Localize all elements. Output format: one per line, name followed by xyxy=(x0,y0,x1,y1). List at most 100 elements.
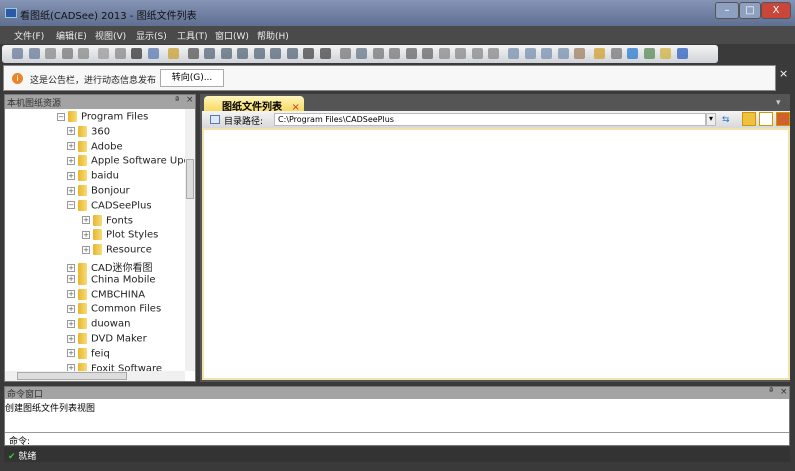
export-icon[interactable] xyxy=(776,112,790,126)
toolbar-button-icon[interactable] xyxy=(61,48,73,59)
toolbar-button-icon[interactable] xyxy=(594,48,605,59)
toolbar-button-icon[interactable] xyxy=(574,48,585,59)
tree-item[interactable]: + Plot Styles xyxy=(82,229,158,244)
expand-toggle-icon[interactable]: + xyxy=(67,334,75,343)
toolbar-button-icon[interactable] xyxy=(488,48,499,59)
toolbar-button-icon[interactable] xyxy=(627,48,638,59)
toolbar-button-icon[interactable] xyxy=(372,48,384,59)
tree-item[interactable]: + Bonjour xyxy=(67,185,130,200)
toolbar-button-icon[interactable] xyxy=(220,48,232,59)
tree-item[interactable]: + Adobe xyxy=(67,140,123,156)
tree-item[interactable]: − Program Files xyxy=(57,111,148,126)
pin-icon[interactable]: ª xyxy=(769,387,773,397)
expand-toggle-icon[interactable]: + xyxy=(82,216,90,225)
expand-toggle-icon[interactable]: + xyxy=(67,156,75,165)
toolbar-button-icon[interactable] xyxy=(676,48,688,59)
toolbar-button-icon[interactable] xyxy=(204,48,215,59)
expand-toggle-icon[interactable]: + xyxy=(82,230,90,239)
expand-toggle-icon[interactable]: + xyxy=(67,290,75,299)
expand-toggle-icon[interactable]: + xyxy=(67,171,75,180)
close-icon[interactable]: × xyxy=(186,95,194,105)
tree-item[interactable]: + CMBCHINA xyxy=(67,288,145,304)
tree-item[interactable]: + Common Files xyxy=(67,303,161,318)
command-input[interactable]: 命令: xyxy=(5,432,789,447)
toolbar-button-icon[interactable] xyxy=(114,48,126,59)
menu-item[interactable]: 显示(S) xyxy=(136,29,167,42)
toolbar-button-icon[interactable] xyxy=(643,48,655,59)
tree-item[interactable]: + Foxit Software xyxy=(67,362,162,371)
toolbar-button-icon[interactable] xyxy=(237,48,248,59)
close-button[interactable]: X xyxy=(761,2,791,19)
close-icon[interactable]: × xyxy=(780,387,788,397)
toolbar-button-icon[interactable] xyxy=(45,48,56,59)
horizontal-scrollbar[interactable] xyxy=(5,371,185,381)
expand-toggle-icon[interactable]: + xyxy=(67,319,75,328)
toolbar-button-icon[interactable] xyxy=(339,48,351,59)
tree-item[interactable]: + China Mobile xyxy=(67,273,156,289)
vertical-scrollbar[interactable] xyxy=(185,109,195,371)
goto-button[interactable]: 转向(G)... xyxy=(160,69,224,87)
tab-list-dropdown-icon[interactable]: ▾ xyxy=(776,98,781,108)
expand-toggle-icon[interactable]: + xyxy=(67,186,75,195)
expand-toggle-icon[interactable]: + xyxy=(67,364,75,371)
minimize-button[interactable]: – xyxy=(715,2,739,19)
toolbar-button-icon[interactable] xyxy=(253,48,265,59)
toolbar-button-icon[interactable] xyxy=(147,48,159,59)
menu-item[interactable]: 编辑(E) xyxy=(56,29,87,42)
scroll-thumb[interactable] xyxy=(17,372,127,380)
pin-icon[interactable]: ª xyxy=(175,96,179,106)
toolbar-button-icon[interactable] xyxy=(28,48,40,59)
expand-toggle-icon[interactable]: + xyxy=(67,264,75,272)
tree-item[interactable]: + Apple Software Upda xyxy=(67,155,185,170)
menu-item[interactable]: 文件(F) xyxy=(14,29,44,42)
tree-item[interactable]: + baidu xyxy=(67,170,119,185)
tree-item[interactable]: + DVD Maker xyxy=(67,333,147,348)
tree-item[interactable]: + feiq xyxy=(67,347,110,363)
tree-item[interactable]: + Fonts xyxy=(82,214,133,230)
toolbar-button-icon[interactable] xyxy=(286,48,298,59)
toolbar-button-icon[interactable] xyxy=(660,48,671,59)
expand-toggle-icon[interactable]: + xyxy=(67,349,75,358)
path-input[interactable]: C:\Program Files\CADSeePlus xyxy=(274,113,706,126)
tree-item[interactable]: − CADSeePlus xyxy=(67,199,152,215)
go-icon[interactable]: ⇆ xyxy=(722,115,734,125)
thumbnail-view-icon[interactable] xyxy=(742,112,756,126)
notice-close-icon[interactable]: × xyxy=(779,67,788,80)
toolbar-button-icon[interactable] xyxy=(438,48,450,59)
expand-toggle-icon[interactable]: − xyxy=(67,201,75,210)
expand-toggle-icon[interactable]: + xyxy=(67,275,75,284)
tab-file-list[interactable]: 图纸文件列表 × xyxy=(204,96,304,113)
toolbar-button-icon[interactable] xyxy=(422,48,433,59)
toolbar-button-icon[interactable] xyxy=(610,48,622,59)
toolbar-button-icon[interactable] xyxy=(389,48,400,59)
toolbar-button-icon[interactable] xyxy=(187,48,199,59)
menu-item[interactable]: 窗口(W) xyxy=(215,29,249,42)
menu-item[interactable]: 视图(V) xyxy=(95,29,126,42)
toolbar-button-icon[interactable] xyxy=(98,48,109,59)
toolbar-button-icon[interactable] xyxy=(12,48,23,59)
toolbar-button-icon[interactable] xyxy=(557,48,569,59)
toolbar-button-icon[interactable] xyxy=(524,48,536,59)
toolbar-button-icon[interactable] xyxy=(319,48,331,59)
menu-item[interactable]: 帮助(H) xyxy=(257,29,289,42)
scroll-thumb[interactable] xyxy=(186,159,194,199)
expand-toggle-icon[interactable]: + xyxy=(67,142,75,151)
tree-item[interactable]: + Resource xyxy=(82,244,152,259)
tree-item[interactable]: + duowan xyxy=(67,318,130,333)
tree-item[interactable]: +360 xyxy=(67,125,110,141)
expand-toggle-icon[interactable]: − xyxy=(57,112,65,121)
dwg-view-icon[interactable] xyxy=(759,112,773,126)
toolbar-button-icon[interactable] xyxy=(303,48,314,59)
toolbar-button-icon[interactable] xyxy=(455,48,466,59)
toolbar-button-icon[interactable] xyxy=(167,48,179,59)
toolbar-button-icon[interactable] xyxy=(508,48,519,59)
file-list-area[interactable] xyxy=(202,128,790,380)
toolbar-button-icon[interactable] xyxy=(356,48,367,59)
toolbar-button-icon[interactable] xyxy=(131,48,142,59)
toolbar-button-icon[interactable] xyxy=(270,48,281,59)
tree-item[interactable]: + CAD迷你看图 xyxy=(67,259,153,274)
path-dropdown-button[interactable]: ▾ xyxy=(706,113,716,126)
expand-toggle-icon[interactable]: + xyxy=(67,127,75,136)
toolbar-button-icon[interactable] xyxy=(541,48,552,59)
toolbar-button-icon[interactable] xyxy=(405,48,417,59)
